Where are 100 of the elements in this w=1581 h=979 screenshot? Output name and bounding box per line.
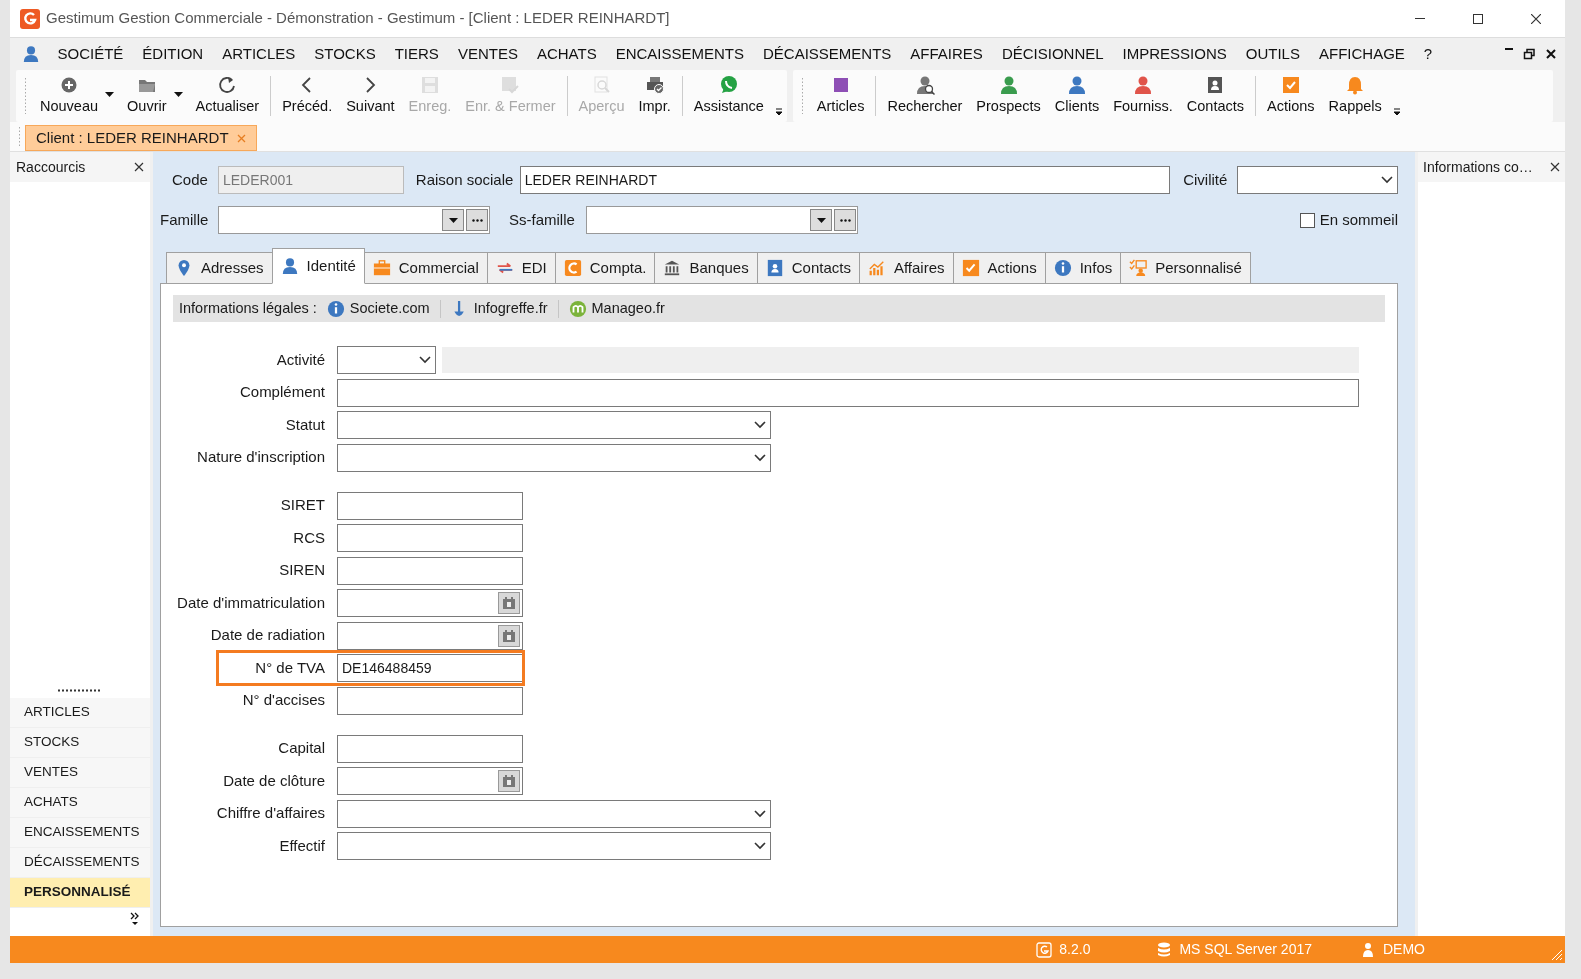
tab[interactable]: Banques: [654, 252, 758, 284]
menu-item[interactable]: ?: [1414, 42, 1442, 66]
dropdown-button[interactable]: [442, 209, 464, 231]
toolbar-button[interactable]: Prospects: [969, 70, 1048, 122]
shortcut-item[interactable]: ARTICLES: [10, 698, 150, 728]
contact-card-icon: [765, 259, 784, 277]
dropdown-button[interactable]: [810, 209, 832, 231]
chat-bubble-icon: [718, 74, 739, 95]
link[interactable]: Societe.com: [326, 297, 430, 320]
checkbox[interactable]: [1299, 212, 1315, 228]
menu-item[interactable]: DÉCISIONNEL: [992, 42, 1114, 66]
combo-field[interactable]: [218, 206, 490, 234]
date-field[interactable]: [337, 589, 523, 617]
menu-item[interactable]: AFFAIRES: [900, 42, 993, 66]
toolbar-button[interactable]: Nouveau: [33, 70, 121, 122]
toolbar-button[interactable]: Fourniss.: [1106, 70, 1180, 122]
menu-item[interactable]: AFFICHAGE: [1309, 42, 1415, 66]
dropdown-field[interactable]: [337, 443, 771, 472]
text-field[interactable]: DE146488459: [337, 654, 523, 682]
field-label: Code: [171, 169, 209, 190]
text-field[interactable]: [337, 524, 523, 552]
menu-item[interactable]: ARTICLES: [212, 42, 305, 66]
tab[interactable]: Adresses: [166, 252, 273, 284]
field-label: Civilité: [1183, 169, 1229, 190]
shortcut-item[interactable]: VENTES: [10, 758, 150, 788]
menu-item[interactable]: DÉCAISSEMENTS: [753, 42, 901, 66]
shortcut-item[interactable]: PERSONNALISÉ: [10, 878, 150, 908]
toolbar-button[interactable]: Précéd.: [275, 70, 340, 122]
menu-item[interactable]: SOCIÉTÉ: [48, 42, 133, 66]
tab[interactable]: Compta.: [554, 252, 656, 284]
info-icon: [326, 299, 345, 318]
person-icon: [998, 74, 1019, 95]
shortcut-item[interactable]: STOCKS: [10, 728, 150, 758]
ellipsis-button[interactable]: [834, 209, 856, 231]
tab[interactable]: Contacts: [756, 252, 860, 284]
close-icon: [134, 162, 144, 172]
dropdown-field[interactable]: [337, 411, 771, 439]
chevron-down-icon: [419, 356, 431, 364]
panel-title: Raccourcis: [16, 157, 87, 177]
menu-item[interactable]: ACHATS: [527, 42, 607, 66]
menu-item[interactable]: STOCKS: [304, 42, 386, 66]
dropdown-field[interactable]: [337, 346, 436, 374]
toolbar-button[interactable]: Clients: [1047, 70, 1107, 122]
close-icon: [1545, 48, 1557, 60]
briefcase-icon: [372, 259, 391, 277]
tab[interactable]: Affaires: [858, 252, 954, 284]
ellipsis-button[interactable]: [466, 209, 488, 231]
toolbar-button[interactable]: Rappels: [1321, 70, 1389, 122]
dropdown-field[interactable]: [337, 799, 771, 828]
calendar-icon: [502, 628, 516, 643]
text-field[interactable]: [337, 491, 523, 520]
menu-item[interactable]: ENCAISSEMENTS: [606, 42, 754, 66]
text-field[interactable]: LEDER REINHARDT: [519, 166, 1171, 194]
menu-item[interactable]: ÉDITION: [132, 42, 213, 66]
bar-chart-icon: [867, 259, 886, 277]
letter-c-icon: [563, 259, 582, 277]
menu-item[interactable]: IMPRESSIONS: [1113, 42, 1237, 66]
dropdown-field[interactable]: [1237, 166, 1398, 194]
text-field[interactable]: [337, 686, 523, 715]
text-field[interactable]: [337, 734, 523, 763]
dropdown-field[interactable]: [337, 832, 771, 860]
calendar-button[interactable]: [498, 592, 520, 614]
toolbar-button[interactable]: Actualiser: [188, 70, 267, 122]
link[interactable]: Manageo.fr: [568, 297, 665, 320]
shortcut-item[interactable]: DÉCAISSEMENTS: [10, 848, 150, 878]
calendar-button[interactable]: [498, 770, 520, 792]
floppy-check-icon: [500, 74, 521, 95]
combo-field[interactable]: [586, 206, 858, 234]
shortcut-item[interactable]: ENCAISSEMENTS: [10, 818, 150, 848]
toolbar-button[interactable]: Ouvrir: [120, 70, 189, 122]
menu-item[interactable]: TIERS: [385, 42, 449, 66]
caret-icon: [816, 217, 826, 223]
field-label: Capital: [277, 738, 325, 759]
date-field[interactable]: [337, 621, 523, 650]
tab[interactable]: Commercial: [363, 252, 488, 284]
document-tab[interactable]: Client : LEDER REINHARDT: [25, 125, 257, 151]
tab[interactable]: Personnalisé: [1120, 252, 1251, 284]
tab[interactable]: Identité: [271, 248, 365, 284]
calendar-button[interactable]: [498, 624, 520, 647]
tab[interactable]: Actions: [952, 252, 1046, 284]
toolbar-button[interactable]: Rechercher: [880, 70, 970, 122]
field-label: SIREN: [278, 560, 325, 581]
menu-item[interactable]: VENTES: [448, 42, 528, 66]
tab[interactable]: Infos: [1044, 252, 1122, 284]
text-field[interactable]: [337, 378, 1359, 407]
menu-item[interactable]: OUTILS: [1236, 42, 1310, 66]
toolbar-button[interactable]: Suivant: [339, 70, 402, 122]
ellipsis-icon: [839, 218, 851, 222]
toolbar-button[interactable]: Contacts: [1179, 70, 1252, 122]
link[interactable]: Infogreffe.fr: [450, 297, 548, 320]
toolbar-button[interactable]: Articles: [809, 70, 872, 122]
toolbar-button[interactable]: Impr.: [631, 70, 678, 122]
shortcut-item[interactable]: ACHATS: [10, 788, 150, 818]
tab[interactable]: EDI: [486, 252, 556, 284]
text-field[interactable]: [337, 556, 523, 585]
person-icon: [1133, 74, 1153, 95]
text-field[interactable]: LEDER001: [217, 166, 404, 194]
toolbar-button[interactable]: Assistance: [686, 70, 771, 122]
date-field[interactable]: [337, 767, 523, 795]
toolbar-button[interactable]: Actions: [1260, 70, 1322, 122]
